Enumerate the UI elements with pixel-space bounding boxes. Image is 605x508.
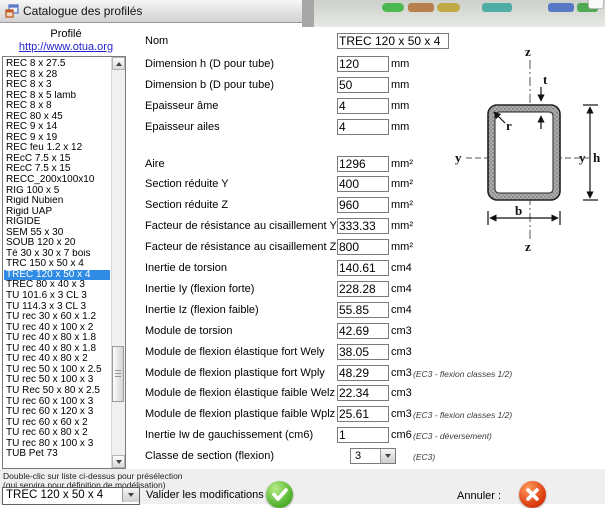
field-input[interactable] (337, 385, 389, 401)
field-unit: cm4 (391, 262, 412, 274)
field-note: (EC3 - flexion classes 1/2) (413, 410, 513, 420)
field-unit: mm² (391, 199, 413, 211)
desktop-icon (382, 3, 404, 12)
chevron-down-icon[interactable] (380, 449, 395, 463)
field-input[interactable] (337, 302, 389, 318)
field-label: Inertie Iy (flexion forte) (145, 283, 255, 295)
field-input[interactable] (337, 406, 389, 422)
field-label: Facteur de résistance au cisaillement Y (145, 220, 337, 232)
chevron-down-icon (128, 493, 134, 500)
field-unit: mm² (391, 241, 413, 253)
axis-z-top: z (525, 44, 531, 59)
desktop-icon (482, 3, 512, 12)
radius-label: r (506, 118, 512, 133)
axis-y-right: y (579, 150, 586, 165)
field-label: Epaisseur ailes (145, 121, 220, 133)
field-input[interactable] (337, 427, 389, 443)
field-input[interactable] (337, 323, 389, 339)
section-diagram: t r z z y y h b (452, 40, 605, 255)
field-unit: cm4 (391, 304, 412, 316)
field-label: Facteur de résistance au cisaillement Z (145, 241, 337, 253)
field-label: Module de flexion élastique fort Wely (145, 346, 325, 358)
field-input[interactable] (337, 77, 389, 93)
field-unit: cm3 (391, 408, 412, 420)
field-label: Inertie Iz (flexion faible) (145, 304, 259, 316)
field-unit: mm (391, 79, 410, 91)
field-label: Inertie de torsion (145, 262, 227, 274)
thickness-label: t (543, 72, 548, 87)
field-label: Epaisseur âme (145, 100, 219, 112)
desktop-tab (588, 0, 604, 9)
field-unit: mm² (391, 220, 413, 232)
preselect-combo[interactable]: TREC 120 x 50 x 4 (2, 487, 140, 505)
field-unit: mm (391, 58, 410, 70)
field-unit: mm² (391, 178, 413, 190)
field-input[interactable] (337, 365, 389, 381)
field-unit: cm6 (391, 429, 412, 441)
field-input[interactable] (337, 344, 389, 360)
field-label: Module de flexion élastique faible Welz (145, 387, 335, 399)
cancel-label: Annuler : (457, 490, 502, 502)
field-input[interactable] (337, 119, 389, 135)
preselect-combo-value: TREC 120 x 50 x 4 (6, 489, 104, 501)
combo-dropdown-button[interactable] (122, 488, 139, 502)
desktop-icon (408, 3, 434, 12)
field-label: Nom (145, 35, 169, 47)
width-label: b (515, 203, 522, 218)
height-label: h (593, 150, 601, 165)
field-label: Classe de section (flexion) (145, 450, 275, 462)
window-icon (5, 4, 19, 18)
classe-select[interactable]: 3 (350, 448, 396, 464)
desktop-icon (548, 3, 574, 12)
list-item[interactable]: REC feu 1.2 x 12 (4, 143, 110, 154)
classe-select-value: 3 (355, 450, 362, 462)
field-unit: cm3 (391, 346, 412, 358)
field-input[interactable] (337, 197, 389, 213)
field-unit: mm² (391, 158, 413, 170)
field-label: Module de flexion plastique faible Wplz (145, 408, 336, 420)
field-note: (EC3) (413, 452, 436, 462)
field-input[interactable] (337, 218, 389, 234)
field-unit: cm3 (391, 387, 412, 399)
field-input[interactable] (337, 98, 389, 114)
field-note: (EC3 - déversement) (413, 431, 492, 441)
field-label: Module de torsion (145, 325, 233, 337)
axis-z-bottom: z (525, 239, 531, 254)
field-unit: mm (391, 121, 410, 133)
axis-y-left: y (455, 150, 462, 165)
field-label: Dimension h (D pour tube) (145, 58, 275, 70)
field-unit: cm3 (391, 325, 412, 337)
field-label: Module de flexion plastique fort Wply (145, 367, 325, 379)
field-input[interactable] (337, 56, 389, 72)
field-input[interactable] (337, 281, 389, 297)
validate-label: Valider les modifications : (146, 489, 270, 501)
field-unit: cm3 (391, 367, 412, 379)
field-unit: cm4 (391, 283, 412, 295)
field-label: Inertie Iw de gauchissement (cm6) (145, 429, 314, 441)
field-input[interactable] (337, 176, 389, 192)
desktop-strip (302, 0, 605, 27)
window-title: Catalogue des profilés (23, 4, 143, 18)
title-bar: Catalogue des profilés (0, 0, 303, 23)
field-note: (EC3 - flexion classes 1/2) (413, 369, 513, 379)
desktop-icon (437, 3, 460, 12)
field-label: Section réduite Z (145, 199, 229, 211)
field-label: Section réduite Y (145, 178, 229, 190)
field-input[interactable] (337, 239, 389, 255)
field-label: Dimension b (D pour tube) (145, 79, 275, 91)
field-input[interactable] (337, 33, 449, 49)
field-label: Aire (145, 158, 165, 170)
field-input[interactable] (337, 156, 389, 172)
window-edge (302, 0, 314, 27)
field-input[interactable] (337, 260, 389, 276)
field-unit: mm (391, 100, 410, 112)
